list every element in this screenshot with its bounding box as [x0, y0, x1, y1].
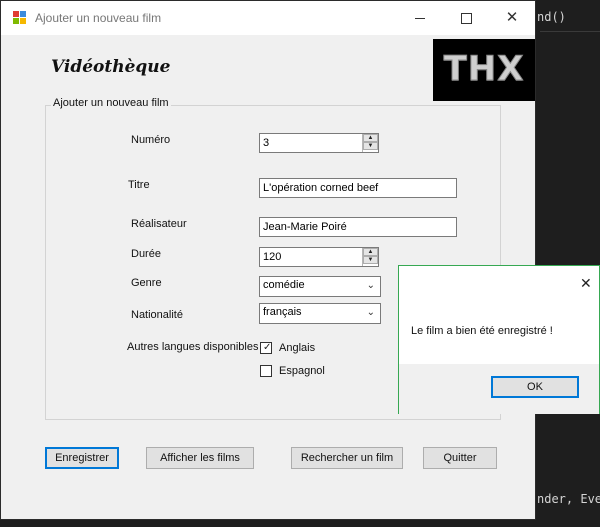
quitter-button[interactable]: Quitter: [423, 447, 497, 469]
logo-text: THX: [443, 49, 525, 90]
close-button[interactable]: ✕: [489, 1, 535, 35]
espagnol-checkbox[interactable]: [260, 365, 272, 377]
page-title: Vidéothèque: [51, 57, 171, 77]
close-icon: ✕: [505, 9, 519, 26]
confirmation-dialog: ✕ Le film a bien été enregistré ! OK: [398, 265, 600, 414]
close-icon: ✕: [580, 275, 592, 291]
numero-stepper[interactable]: 3 ▲ ▼: [259, 133, 379, 153]
minimize-button[interactable]: [397, 1, 443, 35]
nationalite-label: Nationalité: [131, 309, 183, 321]
spin-down-icon[interactable]: ▼: [363, 142, 378, 150]
duree-spin-buttons[interactable]: ▲ ▼: [362, 248, 378, 266]
rechercher-film-button[interactable]: Rechercher un film: [291, 447, 403, 469]
realisateur-label: Réalisateur: [131, 218, 187, 230]
maximize-icon: [461, 13, 472, 24]
spin-up-icon[interactable]: ▲: [363, 134, 378, 142]
genre-select[interactable]: comédie ⌄: [259, 276, 381, 297]
enregistrer-button[interactable]: Enregistrer: [45, 447, 119, 469]
anglais-label[interactable]: Anglais: [279, 342, 315, 354]
spin-up-icon[interactable]: ▲: [363, 248, 378, 256]
spin-down-icon[interactable]: ▼: [363, 256, 378, 264]
background-code-bottom: nder, Eve: [537, 492, 600, 506]
duree-label: Durée: [131, 248, 161, 260]
espagnol-label[interactable]: Espagnol: [279, 365, 325, 377]
background-divider: [540, 31, 600, 32]
titre-input[interactable]: L'opération corned beef: [259, 178, 457, 198]
dialog-close-button[interactable]: ✕: [580, 275, 592, 292]
afficher-films-button[interactable]: Afficher les films: [146, 447, 254, 469]
minimize-icon: [415, 18, 425, 19]
duree-value: 120: [263, 251, 282, 263]
numero-spin-buttons[interactable]: ▲ ▼: [362, 134, 378, 152]
window-title: Ajouter un nouveau film: [35, 11, 162, 25]
nationalite-select[interactable]: français ⌄: [259, 303, 381, 324]
ok-button[interactable]: OK: [491, 376, 579, 398]
anglais-checkbox[interactable]: ✓: [260, 342, 272, 354]
chevron-down-icon: ⌄: [366, 280, 375, 291]
duree-stepper[interactable]: 120 ▲ ▼: [259, 247, 379, 267]
group-label: Ajouter un nouveau film: [51, 97, 171, 109]
maximize-button[interactable]: [443, 1, 489, 35]
dialog-footer: OK: [399, 364, 599, 414]
thx-logo: THX: [433, 39, 535, 101]
chevron-down-icon: ⌄: [366, 307, 375, 318]
genre-label: Genre: [131, 277, 162, 289]
background-code-top: nd(): [537, 10, 566, 24]
langues-label: Autres langues disponibles: [127, 341, 259, 353]
nationalite-value: français: [263, 306, 302, 318]
title-bar[interactable]: Ajouter un nouveau film ✕: [1, 1, 535, 35]
numero-value: 3: [263, 137, 270, 149]
dialog-message: Le film a bien été enregistré !: [411, 325, 553, 337]
genre-value: comédie: [263, 279, 305, 291]
main-window: Ajouter un nouveau film ✕ Vidéothèque TH…: [0, 0, 536, 520]
checkmark-icon: ✓: [263, 342, 272, 353]
numero-label: Numéro: [131, 134, 171, 146]
app-icon: [13, 11, 27, 25]
realisateur-input[interactable]: Jean-Marie Poiré: [259, 217, 457, 237]
titre-label: Titre: [128, 179, 150, 191]
